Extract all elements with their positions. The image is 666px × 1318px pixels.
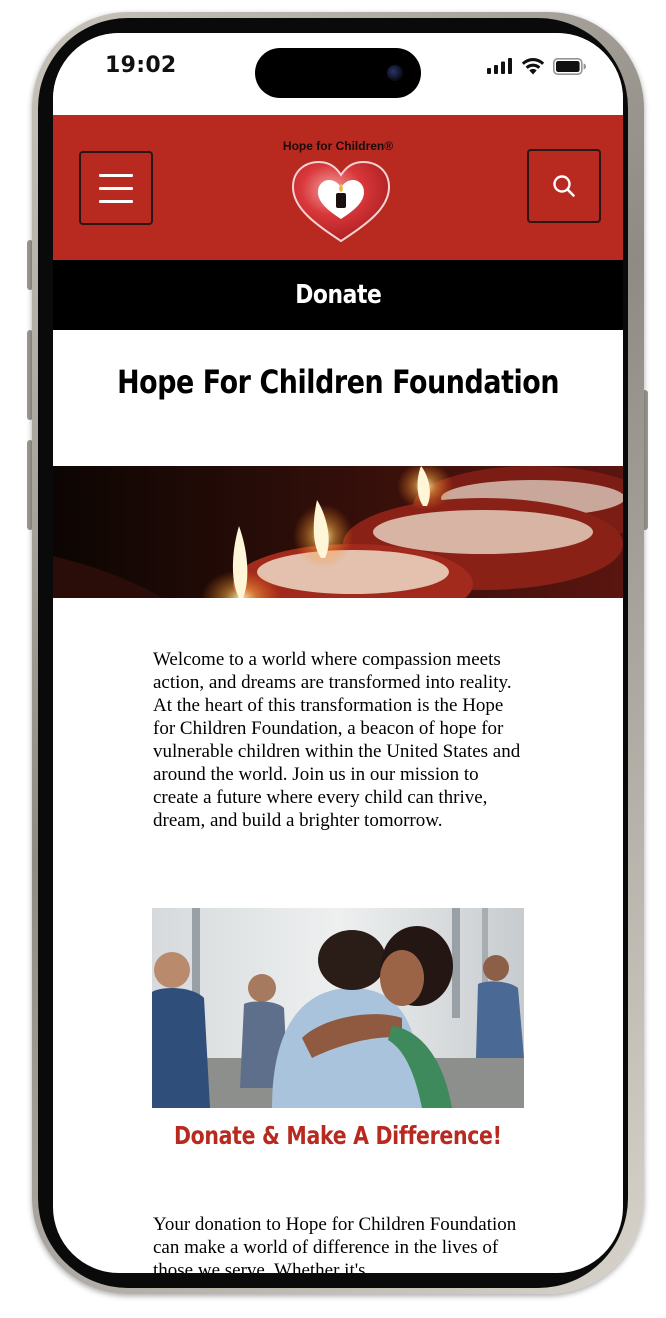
foundation-title-text: Hope For Children Foundation (117, 363, 559, 401)
cellular-signal-icon (487, 58, 512, 74)
page-title: Donate (294, 280, 382, 310)
menu-button[interactable] (79, 151, 153, 225)
page-title-bar: Donate (53, 260, 623, 330)
heart-candle-logo[interactable] (289, 159, 393, 245)
wifi-icon (521, 57, 545, 74)
dynamic-island (255, 48, 421, 98)
donate-heading: Donate & Make A Difference! (53, 1121, 623, 1150)
candles-banner-image (53, 466, 623, 598)
phone-screen: 19:02 Hope for Children® Donate Hope For… (53, 33, 623, 1273)
status-time: 19:02 (105, 53, 177, 78)
status-icons (487, 55, 587, 77)
battery-icon (553, 57, 586, 75)
front-camera (387, 65, 403, 81)
search-button[interactable] (527, 149, 601, 223)
site-header: Hope for Children® (53, 115, 623, 260)
hamburger-menu-icon-bar (99, 199, 133, 203)
donation-paragraph: Your donation to Hope for Children Found… (153, 1214, 517, 1273)
hamburger-menu-icon (99, 173, 133, 177)
foundation-title: Hope For Children Foundation (53, 363, 623, 401)
intro-paragraph: Welcome to a world where compassion meet… (153, 649, 521, 831)
search-icon (553, 175, 575, 197)
status-bar: 19:02 (53, 33, 623, 113)
hug-photo (152, 908, 524, 1108)
donate-heading-text: Donate & Make A Difference! (174, 1121, 502, 1150)
hamburger-menu-icon-bar (99, 186, 133, 190)
